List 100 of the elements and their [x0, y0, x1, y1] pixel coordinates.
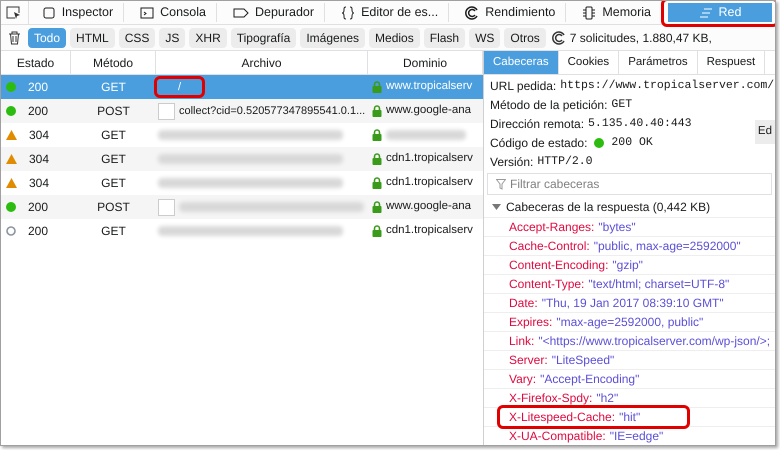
- toolbar-tab[interactable]: Rendimiento: [455, 3, 566, 22]
- trash-icon[interactable]: [8, 30, 21, 44]
- domain-text: www.google-ana: [386, 199, 472, 214]
- summary-label: Dirección remota:: [490, 116, 584, 132]
- summary-label: Versión:: [490, 154, 534, 170]
- summary-value: HTTP/2.0: [537, 154, 593, 170]
- summary-value: GET: [611, 96, 632, 113]
- header-name: Accept-Ranges:: [509, 219, 594, 236]
- method-text: GET: [101, 151, 126, 168]
- request-row[interactable]: 200 POST collect?cid=0.520577347895541.0.1... www.google-ana: [1, 99, 483, 123]
- filter-button[interactable]: Otros: [504, 28, 546, 48]
- filter-button[interactable]: CSS: [118, 28, 156, 48]
- section-header[interactable]: Cabeceras de la respuesta (0,442 KB): [484, 196, 775, 218]
- status-code: 200: [28, 103, 48, 120]
- file-name: /: [177, 80, 182, 95]
- details-tab[interactable]: Respuest: [698, 51, 766, 74]
- request-row[interactable]: 304 GET cdn1.tropicalserv: [1, 147, 483, 171]
- filter-button[interactable]: HTML: [70, 28, 115, 48]
- status-code: 200: [28, 223, 48, 240]
- lock-icon: [372, 201, 382, 213]
- header-name: Expires:: [509, 314, 552, 331]
- header-name: X-Litespeed-Cache:: [509, 409, 616, 426]
- section-title: Cabeceras de la respuesta (0,442 KB): [506, 198, 710, 216]
- method-text: GET: [101, 175, 126, 192]
- header-value: "h2": [596, 390, 618, 407]
- filter-button[interactable]: XHR: [189, 28, 227, 48]
- toolbar-tab[interactable]: Inspector: [32, 3, 124, 22]
- header-value: "gzip": [612, 257, 643, 274]
- column-header[interactable]: Dominio: [368, 51, 483, 74]
- method-text: GET: [101, 79, 126, 96]
- filter-button[interactable]: JS: [159, 28, 186, 48]
- summary-value: 200 OK: [611, 134, 653, 151]
- header-name: Link:: [509, 333, 534, 350]
- gauge-icon: [465, 6, 480, 20]
- filter-button[interactable]: WS: [469, 28, 500, 48]
- header-name: Server:: [509, 352, 548, 369]
- filter-button[interactable]: Flash: [424, 28, 466, 48]
- toolbar-tab[interactable]: Consola: [130, 3, 217, 22]
- gauge-icon: [552, 30, 566, 44]
- header-value: "Thu, 19 Jan 2017 08:39:10 GMT": [542, 295, 724, 312]
- lock-icon: [372, 177, 382, 189]
- header-name: Cache-Control:: [509, 238, 590, 255]
- memory-icon: [582, 6, 596, 20]
- summary-value: https://www.tropicalserver.com/: [560, 78, 774, 94]
- domain-text: cdn1.tropicalserv: [386, 223, 473, 238]
- header-name: X-Firefox-Spdy:: [509, 390, 592, 407]
- header-name: Date:: [509, 295, 538, 312]
- toolbar-tab[interactable]: Editor de es...: [331, 3, 450, 22]
- lock-icon: [372, 81, 382, 93]
- filter-button[interactable]: Imágenes: [300, 28, 366, 48]
- filter-icon: [496, 178, 506, 190]
- file-name: collect?cid=0.520577347895541.0.1...: [179, 104, 366, 119]
- method-text: POST: [97, 199, 130, 216]
- method-text: GET: [101, 127, 126, 144]
- console-icon: [140, 6, 154, 20]
- header-name: X-UA-Compatible:: [509, 428, 606, 445]
- status-code: 304: [29, 127, 50, 144]
- inspector-icon: [42, 6, 56, 20]
- lock-icon: [372, 225, 382, 237]
- network-icon: [698, 6, 713, 18]
- toolbar-tab[interactable]: Depurador: [222, 3, 326, 22]
- summary-label: Método de la petición:: [490, 96, 608, 114]
- request-summary: 7 solicitudes, 1.880,47 KB,: [570, 30, 712, 46]
- filter-button[interactable]: Medios: [369, 28, 420, 48]
- details-tab[interactable]: Cookies: [558, 51, 620, 74]
- header-value: "hit": [619, 409, 640, 426]
- header-value: "<https://www.tropicalserver.com/wp-json/>;: [538, 333, 770, 350]
- column-header[interactable]: Archivo: [156, 51, 368, 74]
- domain-text: www.google-ana: [386, 103, 472, 118]
- domain-text: cdn1.tropicalserv: [386, 175, 473, 190]
- details-tab[interactable]: Parámetros: [619, 51, 698, 74]
- column-header[interactable]: Estado: [1, 51, 71, 74]
- domain-text: cdn1.tropicalserv: [386, 151, 473, 166]
- edit-button[interactable]: Ed: [754, 120, 775, 144]
- filter-button[interactable]: Tipografía: [230, 28, 296, 48]
- header-value: "text/html; charset=UTF-8": [588, 276, 730, 293]
- summary-label: Código de estado:: [490, 134, 588, 152]
- status-code: 200: [28, 79, 48, 96]
- header-value: "public, max-age=2592000": [594, 238, 741, 255]
- status-code: 304: [29, 151, 50, 168]
- header-value: "IE=edge": [610, 428, 664, 445]
- status-code: 200: [28, 199, 48, 216]
- method-text: GET: [101, 223, 126, 240]
- domain-text: www.tropicalserv: [386, 79, 472, 94]
- braces-icon: [341, 6, 356, 20]
- header-value: "Accept-Encoding": [540, 371, 640, 388]
- header-value: "bytes": [598, 219, 636, 236]
- header-name: Content-Type:: [509, 276, 584, 293]
- filter-headers-field[interactable]: Filtrar cabeceras: [510, 175, 763, 193]
- summary-label: URL pedida:: [490, 78, 556, 94]
- request-row[interactable]: 200 POST www.google-ana: [1, 195, 483, 219]
- filter-field[interactable]: Filtrar cabeceras: [487, 173, 772, 195]
- tag-shape-icon: [232, 6, 249, 20]
- method-text: POST: [97, 103, 130, 120]
- column-header[interactable]: Método: [71, 51, 156, 74]
- toolbar-tab[interactable]: Memoria: [572, 3, 662, 22]
- header-value: "LiteSpeed": [552, 352, 614, 369]
- header-value: "max-age=2592000, public": [556, 314, 704, 331]
- summary-value: 5.135.40.40:443: [588, 116, 692, 132]
- lock-icon: [372, 105, 382, 117]
